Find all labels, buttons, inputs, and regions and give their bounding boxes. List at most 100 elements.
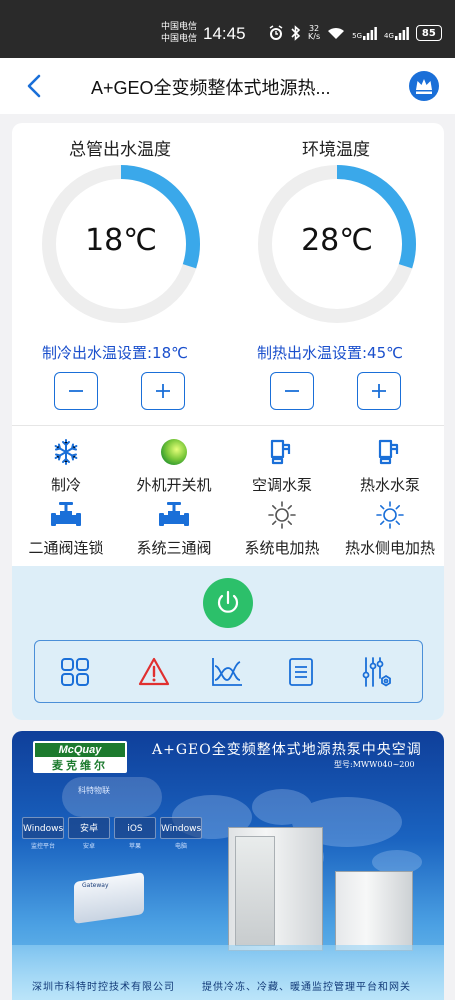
minus-icon: [285, 390, 299, 392]
platform-label: 电脑: [174, 843, 187, 850]
function-label: 热水水泵: [359, 476, 420, 494]
function-label: 空调水泵: [251, 476, 312, 494]
platform-tile: Windows: [160, 817, 202, 839]
signal-2-label: 4G: [384, 32, 394, 40]
document-list-icon: [289, 658, 313, 686]
mcquay-logo: McQuay 麦克维尔: [33, 741, 127, 773]
function-system-electric-heating[interactable]: 系统电加热: [228, 499, 336, 558]
gauge-value-outlet-temp: 18℃: [85, 223, 157, 258]
cooling-decrease-button[interactable]: [54, 372, 98, 410]
function-outdoor-power[interactable]: 外机开关机: [120, 436, 228, 495]
app-header: A+GEO全变频整体式地源热...: [0, 58, 455, 114]
alarm-triangle-icon: [138, 657, 170, 686]
function-two-way-valve-interlock[interactable]: 二通阀连锁: [12, 499, 120, 558]
bluetooth-icon: [291, 25, 301, 41]
product-banner: McQuay 麦克维尔 A+GEO全变频整体式地源热泵中央空调 型号:MWW04…: [12, 731, 444, 1000]
carrier-2: 中国电信: [161, 34, 198, 44]
function-label: 热水侧电加热: [344, 539, 435, 557]
grid-icon: [61, 658, 89, 686]
control-footer: [12, 566, 444, 720]
vip-button[interactable]: [409, 71, 439, 105]
function-system-three-way-valve[interactable]: 系统三通阀: [120, 499, 228, 558]
toolbar: [34, 640, 423, 703]
signal-1: 5G: [352, 26, 377, 40]
net-speed-unit: K/s: [308, 32, 321, 41]
platform-label: 苹果: [128, 843, 141, 850]
platform-tile: Windows: [22, 817, 64, 839]
status-bar: 中国电信 中国电信 14:45 32 K/s 5G 4G 85: [0, 0, 455, 58]
cooling-increase-button[interactable]: [141, 372, 185, 410]
function-label: 制冷: [50, 476, 81, 494]
toolbar-records-button[interactable]: [281, 653, 321, 691]
platform-label: 监控平台: [30, 843, 55, 850]
platform-label: 安卓: [82, 843, 95, 850]
back-button[interactable]: [22, 72, 48, 100]
gauge-title-ambient-temp: 环境温度: [302, 140, 370, 160]
pump-icon: [270, 439, 291, 465]
toolbar-alarm-button[interactable]: [134, 653, 174, 691]
snowflake-icon: [54, 439, 78, 465]
minus-icon: [69, 390, 83, 392]
logo-cn: 麦克维尔: [52, 759, 108, 772]
gauge-title-outlet-temp: 总管出水温度: [69, 140, 171, 160]
battery-indicator: 85: [415, 25, 442, 41]
function-ac-pump[interactable]: 空调水泵: [228, 436, 336, 495]
signal-bars-icon: [394, 27, 409, 40]
function-label: 系统电加热: [244, 539, 320, 557]
cloud-graphic: [62, 777, 162, 817]
toolbar-chart-button[interactable]: [207, 653, 247, 691]
heating-increase-button[interactable]: [357, 372, 401, 410]
plus-icon: [156, 384, 170, 398]
green-ball-icon: [161, 439, 187, 465]
control-card: 总管出水温度 18℃ 环境温度 28℃ 制冷出水温设置:18℃ 制热出水温设置:…: [12, 123, 444, 720]
heating-decrease-button[interactable]: [270, 372, 314, 410]
cloud-label: 科特物联: [78, 786, 110, 795]
chevron-left-icon: [27, 74, 41, 98]
function-label: 外机开关机: [136, 476, 212, 494]
power-icon: [217, 590, 239, 613]
signal-bars-icon: [363, 27, 377, 40]
platform-tile: 安卓: [68, 817, 110, 839]
platform-tile: iOS: [114, 817, 156, 839]
settings-sliders-icon: [362, 657, 391, 687]
signal-2: 4G: [384, 26, 409, 40]
valve-icon: [159, 502, 189, 526]
crown-icon: [409, 71, 439, 101]
carrier-1: 中国电信: [161, 22, 198, 32]
power-button[interactable]: [203, 578, 253, 628]
pump-icon: [378, 439, 399, 465]
banner-slogan: 提供冷冻、冷藏、暖通监控管理平台和网关: [202, 982, 411, 993]
divider: [12, 425, 444, 426]
logo-en: McQuay: [35, 743, 125, 757]
sun-outline-icon: [376, 501, 404, 529]
gateway-label: Gateway: [82, 882, 109, 889]
function-label: 二通阀连锁: [28, 539, 104, 557]
function-label: 系统三通阀: [136, 539, 212, 557]
gauge-value-ambient-temp: 28℃: [301, 223, 373, 258]
banner-title: A+GEO全变频整体式地源热泵中央空调: [152, 742, 422, 758]
cooling-setpoint-label: 制冷出水温设置:18℃: [42, 344, 188, 362]
function-hot-water-pump[interactable]: 热水水泵: [336, 436, 444, 495]
plus-icon: [372, 384, 386, 398]
function-hot-water-electric-heating[interactable]: 热水侧电加热: [336, 499, 444, 558]
chart-curve-icon: [212, 658, 242, 686]
net-speed: 32 K/s: [308, 25, 320, 41]
carrier-labels: 中国电信 中国电信: [161, 21, 197, 45]
signal-1-label: 5G: [352, 32, 362, 40]
alarm-clock-icon: [269, 25, 283, 40]
status-icons: 32 K/s 5G 4G 85: [268, 24, 442, 42]
heating-setpoint-label: 制热出水温设置:45℃: [257, 344, 403, 362]
function-cooling[interactable]: 制冷: [12, 436, 120, 495]
clock: 14:45: [203, 24, 246, 43]
valve-icon: [51, 502, 81, 526]
banner-company: 深圳市科特时控技术有限公司: [32, 982, 175, 993]
wifi-icon: [328, 27, 345, 39]
sun-outline-icon: [268, 501, 296, 529]
gateway-device-image: [74, 872, 144, 924]
heat-pump-unit-image: [335, 871, 413, 951]
toolbar-overview-button[interactable]: [55, 653, 95, 691]
banner-model: 型号:MWW040~200: [334, 760, 415, 769]
page-title: A+GEO全变频整体式地源热...: [91, 78, 331, 98]
toolbar-settings-button[interactable]: [357, 653, 397, 691]
heat-pump-unit-image: [228, 827, 323, 951]
